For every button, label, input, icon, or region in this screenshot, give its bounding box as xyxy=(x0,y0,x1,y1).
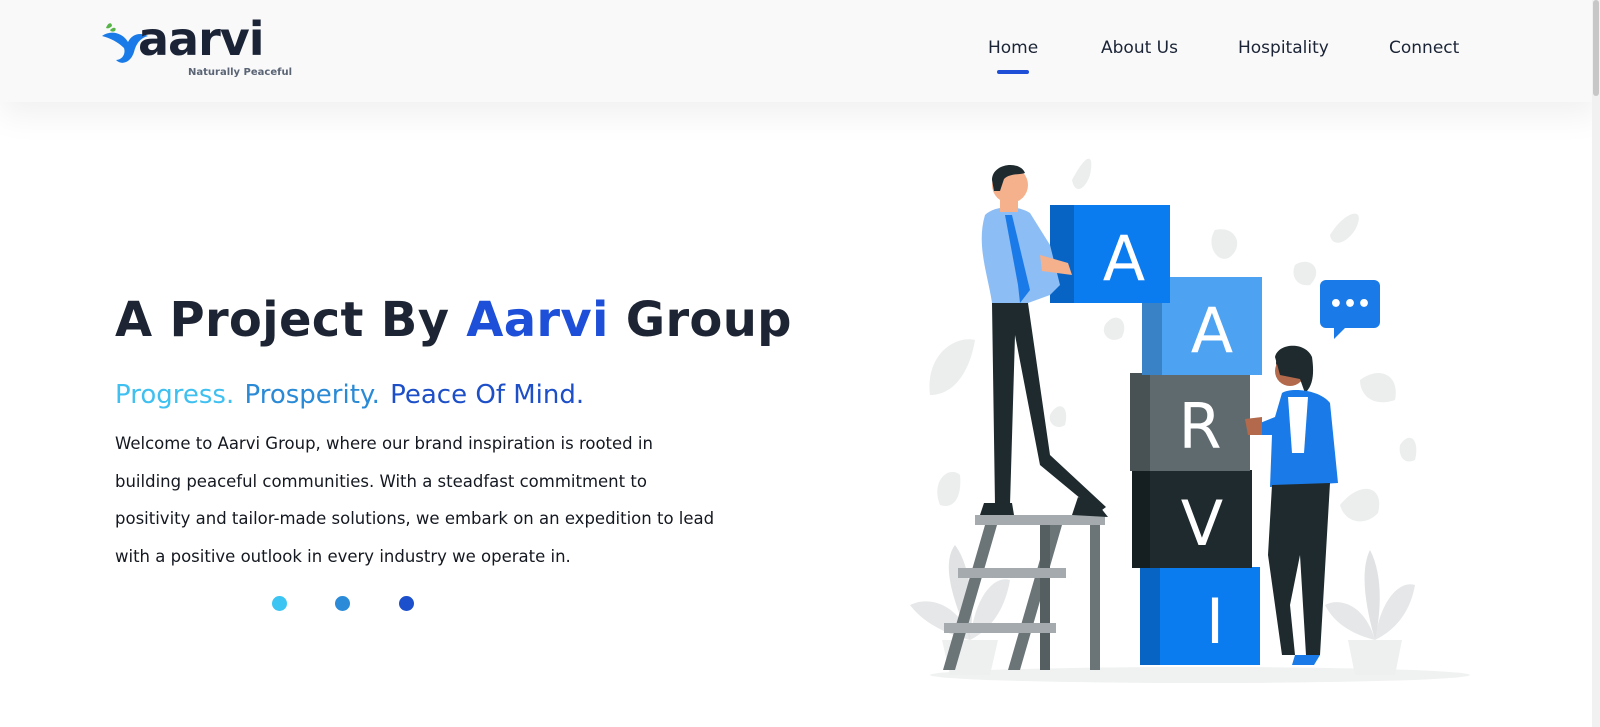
main-nav: Home About Us Hospitality Connect xyxy=(0,38,1600,78)
carousel-dot-1[interactable] xyxy=(272,596,287,611)
block-letter-v: V xyxy=(1181,487,1223,560)
hero-title-brand: Aarvi xyxy=(466,292,609,348)
nav-hospitality[interactable]: Hospitality xyxy=(1238,38,1329,58)
nav-connect-label: Connect xyxy=(1389,38,1460,58)
nav-home-label: Home xyxy=(988,38,1039,58)
carousel-dot-2[interactable] xyxy=(335,596,350,611)
page-scrollbar[interactable] xyxy=(1592,0,1600,727)
hero-tagline: Progress. Prosperity. Peace Of Mind. xyxy=(115,380,586,410)
tagline-prosperity: Prosperity. xyxy=(244,380,380,410)
nav-about-us[interactable]: About Us xyxy=(1101,38,1178,58)
carousel-dots xyxy=(272,596,422,612)
hero-title: A Project By Aarvi Group xyxy=(115,292,792,348)
block-letter-r: R xyxy=(1178,390,1221,463)
active-nav-indicator xyxy=(997,70,1030,74)
carousel-dot-3[interactable] xyxy=(399,596,414,611)
nav-about-us-label: About Us xyxy=(1101,38,1178,58)
block-letter-a-top: A xyxy=(1103,222,1145,295)
nav-hospitality-label: Hospitality xyxy=(1238,38,1329,58)
tagline-peace-of-mind: Peace Of Mind. xyxy=(390,380,585,410)
nav-home[interactable]: Home xyxy=(988,38,1039,74)
hero-illustration: I V R A A ••• xyxy=(910,158,1470,683)
block-letter-a-lower: A xyxy=(1191,294,1233,367)
nav-connect[interactable]: Connect xyxy=(1389,38,1459,58)
tagline-progress: Progress. xyxy=(115,380,235,410)
hero-description: Welcome to Aarvi Group, where our brand … xyxy=(115,434,715,567)
letter-blocks: I V R A A xyxy=(1050,205,1262,665)
block-letter-i: I xyxy=(1206,585,1224,658)
plant-left-icon xyxy=(910,545,1010,675)
speech-bubble-icon: ••• xyxy=(1320,280,1380,339)
hero-title-suffix: Group xyxy=(625,292,792,348)
plant-right-icon xyxy=(1325,550,1415,675)
site-header: aarvi Naturally Peaceful Home About Us H… xyxy=(0,0,1600,102)
speech-bubble-dots: ••• xyxy=(1329,292,1371,317)
scrollbar-thumb[interactable] xyxy=(1593,0,1599,96)
hero-title-prefix: A Project By xyxy=(115,292,450,348)
